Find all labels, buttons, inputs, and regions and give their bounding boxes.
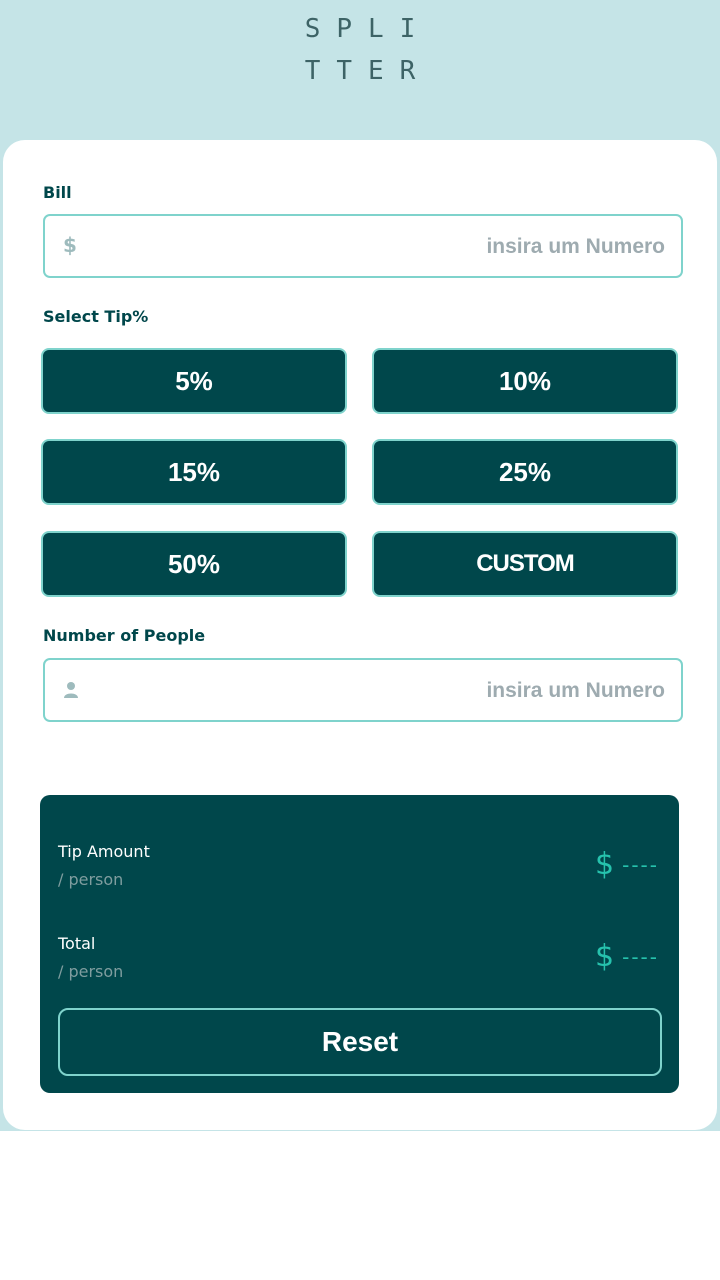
reset-button[interactable]: Reset <box>58 1008 662 1076</box>
total-currency: $ <box>595 939 615 974</box>
tip-amount-subtitle: / person <box>58 870 124 889</box>
tip-custom-button[interactable]: CUSTOM <box>372 531 678 597</box>
total-title: Total <box>58 934 96 953</box>
people-label: Number of People <box>43 626 206 645</box>
total-subtitle: / person <box>58 962 124 981</box>
tip-amount-number: ---- <box>622 852 659 877</box>
tip-amount-title: Tip Amount <box>58 842 150 861</box>
select-tip-label: Select Tip% <box>43 307 149 326</box>
logo-line-1: SPLI <box>304 14 432 44</box>
people-field[interactable] <box>43 658 683 722</box>
tip-50-button[interactable]: 50% <box>41 531 347 597</box>
total-value: $ ---- <box>595 939 659 974</box>
bill-input[interactable] <box>143 228 667 266</box>
bill-field[interactable]: $ <box>43 214 683 278</box>
person-icon <box>63 680 79 704</box>
bill-label: Bill <box>43 183 72 202</box>
tip-5-button[interactable]: 5% <box>41 348 347 414</box>
results-panel: Tip Amount / person $ ---- Total / perso… <box>40 795 679 1093</box>
tip-10-button[interactable]: 10% <box>372 348 678 414</box>
splitter-logo: SPLI TTER <box>0 8 720 92</box>
tip-amount-value: $ ---- <box>595 847 659 882</box>
tip-25-button[interactable]: 25% <box>372 439 678 505</box>
total-number: ---- <box>622 944 659 969</box>
tip-amount-currency: $ <box>595 847 615 882</box>
dollar-icon: $ <box>63 233 77 257</box>
tip-15-button[interactable]: 15% <box>41 439 347 505</box>
logo-line-2: TTER <box>304 56 432 86</box>
people-input[interactable] <box>143 672 667 710</box>
